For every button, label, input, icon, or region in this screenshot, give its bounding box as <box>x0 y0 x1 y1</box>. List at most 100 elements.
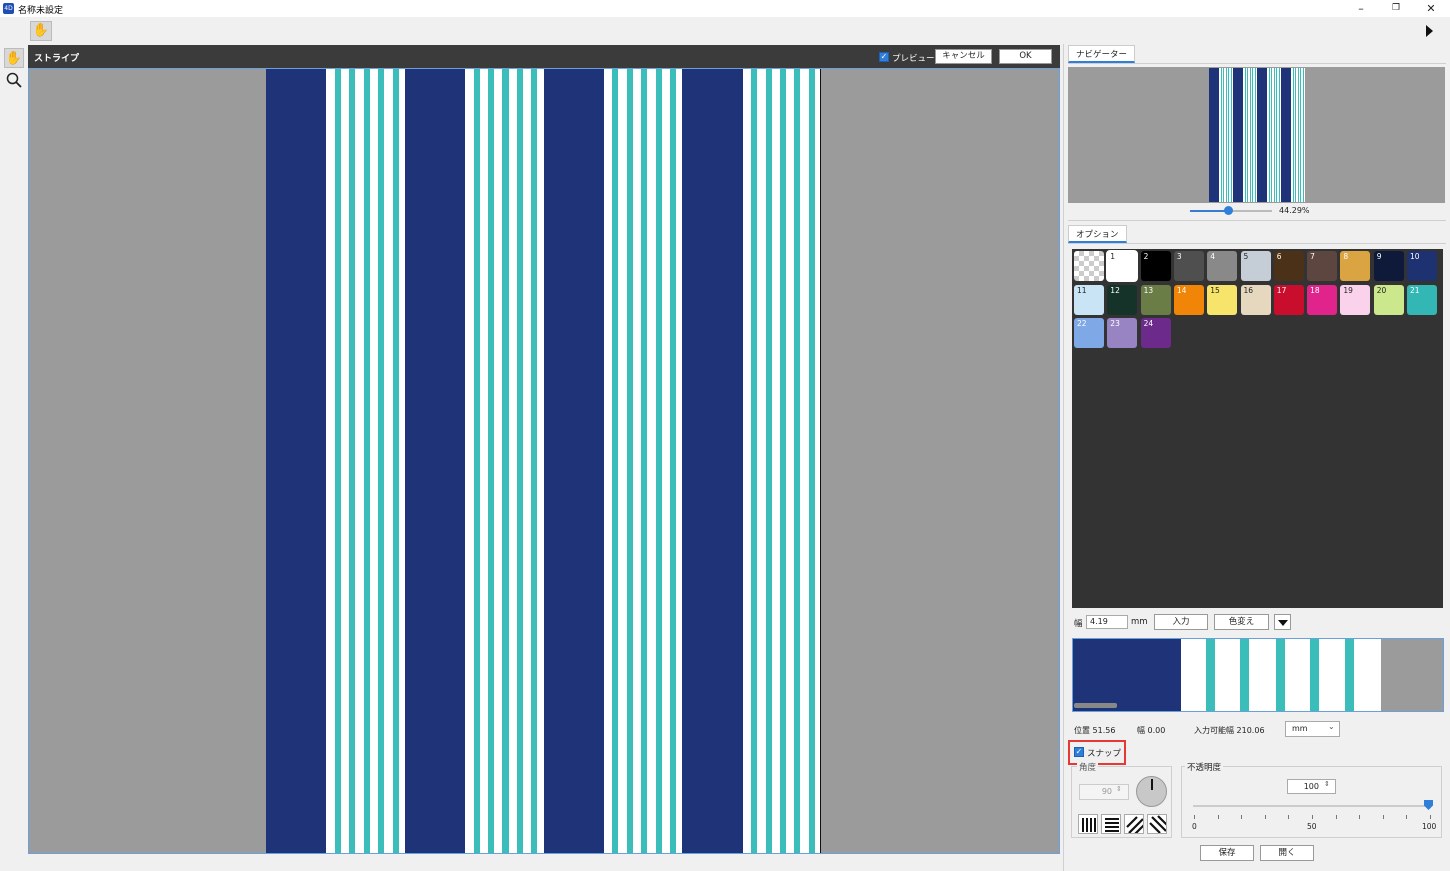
color-swatch-19[interactable]: 19 <box>1340 284 1371 315</box>
swatch-number: 9 <box>1376 252 1382 261</box>
recolor-button[interactable]: 色変え <box>1214 614 1269 630</box>
close-icon[interactable]: ✕ <box>1423 2 1439 15</box>
swatch-number: 15 <box>1210 285 1220 295</box>
swatch-number: 21 <box>1410 285 1420 295</box>
nav-navy-stripe <box>1257 68 1268 202</box>
strip-teal-stripe[interactable] <box>1276 639 1285 711</box>
color-swatch-16[interactable]: 16 <box>1240 284 1271 315</box>
swatch-number: 14 <box>1176 285 1187 295</box>
preview-checkbox[interactable]: ✓ <box>879 52 889 62</box>
pattern-teal-stripe <box>488 69 495 853</box>
color-swatch-7[interactable]: 7 <box>1307 251 1338 281</box>
open-button[interactable]: 開く <box>1260 845 1314 861</box>
zoom-slider-knob[interactable] <box>1224 206 1233 215</box>
pattern-teal-stripe <box>794 69 801 853</box>
color-swatch-20[interactable]: 20 <box>1373 284 1404 315</box>
color-swatch-15[interactable]: 15 <box>1207 284 1238 315</box>
hand-tool-icon[interactable]: ✋ <box>30 21 52 41</box>
color-swatch-12[interactable]: 12 <box>1107 284 1138 315</box>
opacity-slider-track[interactable] <box>1193 805 1430 807</box>
swatch-number: 23 <box>1110 319 1120 328</box>
expand-panel-icon[interactable] <box>1426 25 1433 37</box>
width-input[interactable]: 4.19 <box>1086 615 1128 629</box>
zoom-icon[interactable] <box>4 72 24 92</box>
cancel-button[interactable]: キャンセル <box>935 49 992 64</box>
pattern-teal-stripe <box>765 69 772 853</box>
color-swatch-6[interactable]: 6 <box>1273 251 1304 281</box>
input-button[interactable]: 入力 <box>1154 614 1208 630</box>
angle-dial-hand <box>1151 779 1153 790</box>
color-swatch-1[interactable]: 1 <box>1106 250 1139 282</box>
position-info: 位置 51.56 <box>1074 726 1116 735</box>
snap-label: スナップ <box>1087 749 1122 759</box>
pattern-navy-stripe <box>404 69 466 853</box>
strip-teal-stripe[interactable] <box>1310 639 1319 711</box>
color-swatch-11[interactable]: 11 <box>1074 284 1104 315</box>
restore-icon[interactable]: ❐ <box>1388 2 1404 15</box>
swatch-number: 10 <box>1410 252 1420 261</box>
save-button[interactable]: 保存 <box>1200 845 1254 861</box>
color-swatch-22[interactable]: 22 <box>1074 318 1104 348</box>
ok-button[interactable]: OK <box>999 49 1052 64</box>
width-label: 幅 <box>1074 619 1083 629</box>
width-info: 幅 0.00 <box>1137 726 1166 735</box>
hand-icon[interactable]: ✋ <box>4 48 24 68</box>
swatch-number: 16 <box>1243 285 1254 295</box>
color-swatch-18[interactable]: 18 <box>1307 284 1338 315</box>
opacity-tick <box>1194 815 1195 819</box>
strip-teal-stripe[interactable] <box>1206 639 1215 711</box>
stripe-pattern[interactable] <box>266 69 821 853</box>
color-swatch-24[interactable]: 24 <box>1140 318 1171 348</box>
color-swatch-8[interactable]: 8 <box>1340 251 1371 281</box>
color-swatch-10[interactable]: 10 <box>1407 251 1437 281</box>
color-swatch-5[interactable]: 5 <box>1240 251 1271 281</box>
pattern-navy-stripe <box>543 69 604 853</box>
tab-navigator[interactable]: ナビゲーター <box>1068 45 1136 63</box>
vertical-stripes-icon[interactable] <box>1078 814 1098 834</box>
nav-teal-stripe <box>1273 68 1275 202</box>
swatch-number: 17 <box>1276 285 1287 295</box>
pattern-teal-stripe <box>626 69 633 853</box>
pattern-teal-stripe <box>531 69 538 853</box>
angle-label: 角度 <box>1077 761 1099 773</box>
window-title: 名称未設定 <box>18 6 64 16</box>
pattern-teal-stripe <box>392 69 399 853</box>
app-icon: 4D <box>3 3 14 14</box>
color-swatch-3[interactable]: 3 <box>1173 251 1204 281</box>
tab-options[interactable]: オプション <box>1068 225 1127 243</box>
color-swatch-17[interactable]: 17 <box>1273 284 1304 315</box>
color-swatch-23[interactable]: 23 <box>1107 318 1138 348</box>
opacity-tick <box>1241 815 1243 819</box>
opacity-spinner-icon[interactable]: ⇕ <box>1324 780 1330 788</box>
snap-checkbox[interactable]: ✓ <box>1074 747 1084 757</box>
strip-teal-stripe[interactable] <box>1345 639 1354 711</box>
color-swatch-9[interactable]: 9 <box>1373 251 1404 281</box>
color-swatch-13[interactable]: 13 <box>1140 284 1171 315</box>
stripe-strip-editor[interactable] <box>1072 638 1444 712</box>
color-swatch-14[interactable]: 14 <box>1173 284 1204 315</box>
pattern-teal-stripe <box>516 69 523 853</box>
opacity-tick <box>1382 815 1384 819</box>
pattern-navy-stripe <box>266 69 327 853</box>
horizontal-stripes-icon[interactable] <box>1101 814 1121 834</box>
angle-spinner-icon[interactable]: ⇕ <box>1116 785 1122 793</box>
strip-teal-stripe[interactable] <box>1240 639 1249 711</box>
color-swatch-4[interactable]: 4 <box>1207 251 1238 281</box>
chevron-down-icon <box>1278 620 1288 626</box>
available-width-info: 入力可能幅 210.06 <box>1194 726 1265 735</box>
nav-teal-stripe <box>1244 68 1246 202</box>
nav-teal-stripe <box>1295 68 1297 202</box>
strip-scrollbar[interactable] <box>1074 703 1117 708</box>
opacity-scale-max: 100 <box>1422 822 1437 831</box>
diagonal-left-stripes-icon[interactable] <box>1147 814 1167 834</box>
diagonal-right-stripes-icon[interactable] <box>1124 814 1144 834</box>
color-swatch-2[interactable]: 2 <box>1140 251 1171 281</box>
nav-teal-stripe <box>1220 68 1222 202</box>
opacity-scale-min: 0 <box>1192 822 1197 831</box>
transparent-swatch[interactable] <box>1074 251 1104 281</box>
strip-navy-stripe[interactable] <box>1073 639 1181 711</box>
nav-teal-stripe <box>1228 68 1230 202</box>
minimize-icon[interactable]: – <box>1353 2 1369 15</box>
color-swatch-21[interactable]: 21 <box>1407 284 1437 315</box>
strip-empty-area[interactable] <box>1381 639 1443 711</box>
